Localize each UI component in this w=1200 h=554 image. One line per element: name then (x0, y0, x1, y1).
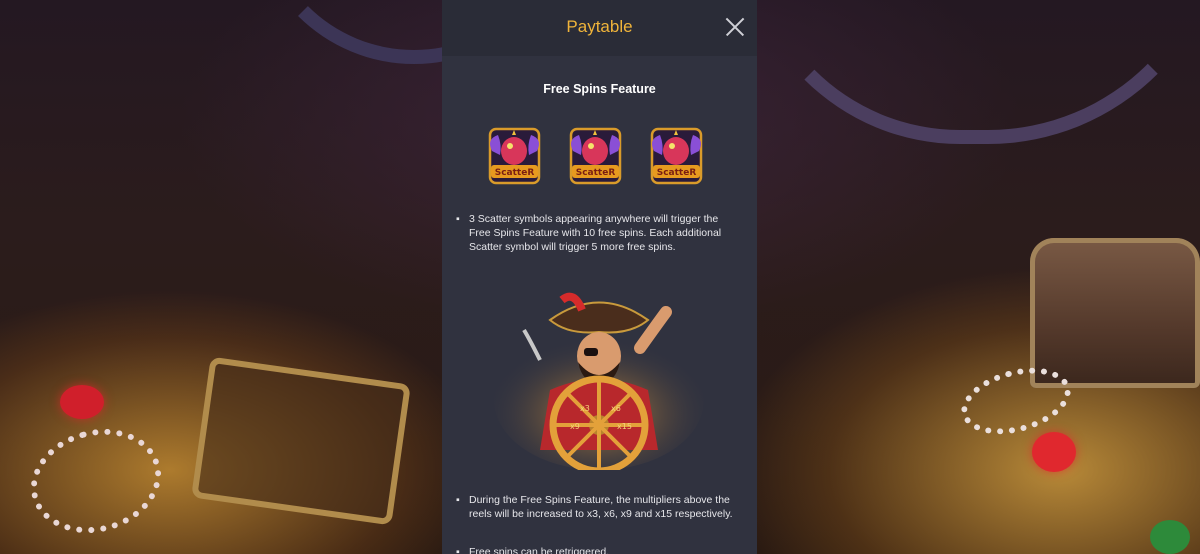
description-text: During the Free Spins Feature, the multi… (469, 494, 733, 520)
section-title: Free Spins Feature (543, 82, 656, 96)
panel-header: Paytable (442, 0, 757, 56)
scatter-symbol-label: ScatteR (576, 168, 616, 178)
description-retrigger: ▪ Free spins can be retriggered. (456, 545, 734, 554)
scatter-symbol-label: ScatteR (657, 168, 697, 178)
close-button[interactable] (725, 17, 745, 37)
description-text: 3 Scatter symbols appearing anywhere wil… (469, 213, 722, 253)
paytable-panel: Paytable Free Spins Feature ScatteR Scat… (442, 0, 757, 554)
wheel-multiplier-label: x3 (580, 404, 590, 413)
pirate-captain-illustration: x3 x6 x9 x15 (490, 290, 708, 475)
description-multipliers: ▪ During the Free Spins Feature, the mul… (456, 493, 734, 521)
description-text: Free spins can be retriggered. (469, 546, 610, 554)
scatter-symbol-icon: ScatteR (567, 125, 624, 187)
wheel-multiplier-label: x9 (570, 422, 580, 431)
bullet-icon: ▪ (456, 213, 460, 225)
scatter-symbol-row: ScatteR ScatteR ScatteR (486, 125, 705, 187)
scatter-symbol-label: ScatteR (495, 168, 535, 178)
wheel-multiplier-label: x6 (611, 404, 621, 413)
bullet-icon: ▪ (456, 494, 460, 506)
bullet-icon: ▪ (456, 546, 460, 554)
panel-title: Paytable (566, 17, 633, 36)
treasure-chest-right (1030, 238, 1200, 388)
scatter-symbol-icon: ScatteR (486, 125, 543, 187)
green-gem (1150, 520, 1190, 554)
treasure-chest-left (191, 356, 411, 526)
red-gem (1032, 432, 1076, 472)
red-gem (60, 385, 104, 419)
wheel-multiplier-label: x15 (617, 422, 632, 431)
scatter-symbol-icon: ScatteR (648, 125, 705, 187)
description-scatter-trigger: ▪ 3 Scatter symbols appearing anywhere w… (456, 212, 734, 254)
